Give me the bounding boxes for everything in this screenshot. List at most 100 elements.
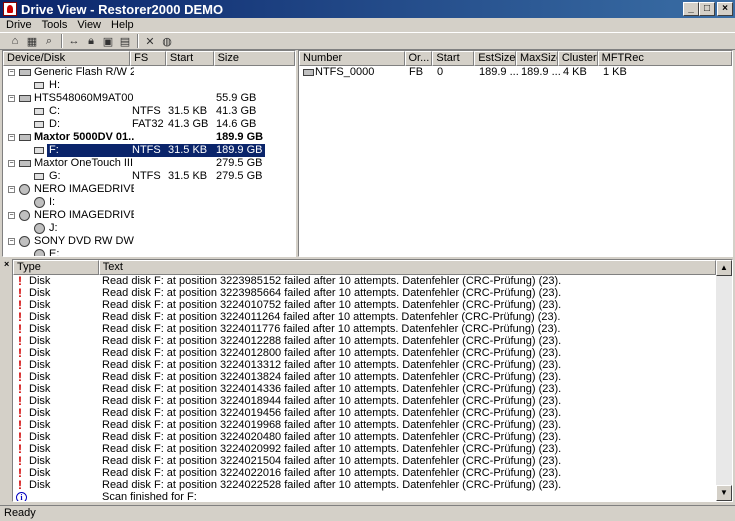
col-text[interactable]: Text (98, 260, 716, 275)
menu-drive[interactable]: Drive (6, 19, 32, 31)
partition-row[interactable]: NTFS_0000 FB 0 189.9 ... 189.9 ... 4 KB … (299, 66, 732, 79)
expand-toggle-icon[interactable]: − (8, 95, 15, 102)
col-start[interactable]: Start (165, 51, 214, 66)
tree-row[interactable]: C: NTFS 31.5 KB 41.3 GB (3, 105, 295, 118)
lock-icon[interactable]: 🔒︎ (83, 34, 99, 48)
col-maxsize[interactable]: MaxSize (516, 51, 558, 66)
log-row[interactable]: ! Disk Read disk F: at position 3223985664… (13, 287, 732, 299)
tree-fs: NTFS (132, 144, 161, 156)
log-text: Read disk F: at position 3224010752 fail… (102, 299, 562, 311)
tree-row[interactable]: J: (3, 222, 295, 235)
expand-toggle-icon[interactable]: − (8, 186, 15, 193)
log-row[interactable]: ! Disk Read disk F: at position 3224012800… (13, 347, 732, 359)
col-device[interactable]: Device/Disk (3, 51, 131, 66)
tree-row[interactable]: − Maxtor OneTouch III ... 279.5 GB (3, 157, 295, 170)
find-icon[interactable]: ⌕ (41, 34, 57, 48)
col-estsize[interactable]: EstSize (474, 51, 517, 66)
toolbar-separator (137, 34, 139, 48)
partition-list-pane: Number Or... Start EstSize MaxSize Clust… (298, 50, 733, 257)
col-cluster[interactable]: Cluster (557, 51, 598, 66)
log-text: Read disk F: at position 3224022016 fail… (102, 467, 562, 479)
tree-volume-label: J: (49, 222, 58, 234)
partition-icon (303, 69, 314, 76)
log-row[interactable]: ! Disk Read disk F: at position 3224013824… (13, 371, 732, 383)
cd-volume-icon (34, 197, 45, 208)
tree-row[interactable]: − NERO IMAGEDRIVE2 ... (3, 209, 295, 222)
menu-help[interactable]: Help (111, 19, 134, 31)
col-or[interactable]: Or... (404, 51, 433, 66)
tree-row[interactable]: F: NTFS 31.5 KB 189.9 GB (3, 144, 295, 157)
col-number[interactable]: Number (299, 51, 405, 66)
close-log-icon[interactable]: × (4, 259, 9, 269)
volume-icon (34, 82, 44, 89)
tree-size: 189.9 GB (216, 131, 264, 143)
log-row[interactable]: ! Disk Read disk F: at position 3224022016… (13, 467, 732, 479)
log-row[interactable]: ! Disk Read disk F: at position 3224021504… (13, 455, 732, 467)
log-scrollbar[interactable]: ▲ ▼ (716, 260, 732, 501)
col-type[interactable]: Type (13, 260, 99, 275)
open-drive-icon[interactable]: ⌂ (7, 34, 23, 48)
compare-icon[interactable]: ↔ (66, 34, 82, 48)
expand-toggle-icon[interactable]: − (8, 238, 15, 245)
log-row[interactable]: ! Disk Read disk F: at position 3224010752… (13, 299, 732, 311)
log-text: Read disk F: at position 3224022528 fail… (102, 479, 562, 491)
log-row[interactable]: ! Disk Read disk F: at position 3224019968… (13, 419, 732, 431)
log-row[interactable]: i Scan finished for F: (13, 491, 732, 501)
error-icon: ! (18, 478, 22, 492)
tree-row[interactable]: − NERO IMAGEDRIVE2 ... (3, 183, 295, 196)
log-row[interactable]: ! Disk Read disk F: at position 3224013312… (13, 359, 732, 371)
col-size[interactable]: Size (213, 51, 295, 66)
log-type: Disk (29, 359, 51, 371)
tree-row[interactable]: − SONY DVD RW DW-U... (3, 235, 295, 248)
tree-volume-label: H: (49, 79, 60, 91)
minimize-button[interactable]: _ (683, 2, 699, 16)
log-row[interactable]: ! Disk Read disk F: at position 3224022528… (13, 479, 732, 491)
log-row[interactable]: ! Disk Read disk F: at position 3224011776… (13, 323, 732, 335)
col-fs[interactable]: FS (130, 51, 166, 66)
partition-or: FB (409, 66, 424, 78)
expand-toggle-icon[interactable]: − (8, 160, 15, 167)
log-type: Disk (29, 467, 51, 479)
scroll-up-button[interactable]: ▲ (716, 260, 732, 276)
menu-tools[interactable]: Tools (42, 19, 68, 31)
col-mftrec[interactable]: MFTRec (597, 51, 732, 66)
partition-cluster: 4 KB (563, 66, 587, 78)
partition-maxsize: 189.9 ... (521, 66, 561, 78)
log-row[interactable]: ! Disk Read disk F: at position 3224020480… (13, 431, 732, 443)
partition-mftrec: 1 KB (603, 66, 627, 78)
menu-view[interactable]: View (77, 19, 101, 31)
tree-row[interactable]: − HTS548060M9AT00M... 55.9 GB (3, 92, 295, 105)
scan-icon[interactable]: ▦ (24, 34, 40, 48)
log-text: Read disk F: at position 3224013312 fail… (102, 359, 562, 371)
menu-bar: Drive Tools View Help (0, 18, 735, 32)
tree-device-label: NERO IMAGEDRIVE2 ... (34, 209, 134, 221)
expand-toggle-icon[interactable]: − (8, 134, 15, 141)
tree-row[interactable]: − Maxtor 5000DV 01... 189.9 GB (3, 131, 295, 144)
tree-row[interactable]: E: (3, 248, 295, 256)
log-row[interactable]: ! Disk Read disk F: at position 3223985152… (13, 275, 732, 287)
tree-row[interactable]: I: (3, 196, 295, 209)
log-row[interactable]: ! Disk Read disk F: at position 3224020992… (13, 443, 732, 455)
log-row[interactable]: ! Disk Read disk F: at position 3224018944… (13, 395, 732, 407)
expand-toggle-icon[interactable]: − (8, 69, 15, 76)
log-type: Disk (29, 335, 51, 347)
col-start[interactable]: Start (432, 51, 475, 66)
close-button[interactable]: × (717, 2, 733, 16)
maximize-button[interactable]: □ (699, 2, 715, 16)
delete-icon[interactable]: ✕ (142, 34, 158, 48)
tree-row[interactable]: H: (3, 79, 295, 92)
recover-icon[interactable]: ▣ (100, 34, 116, 48)
tree-row[interactable]: − Generic Flash R/W 20... (3, 66, 295, 79)
expand-toggle-icon[interactable]: − (8, 212, 15, 219)
tree-row[interactable]: D: FAT32 41.3 GB 14.6 GB (3, 118, 295, 131)
tree-row[interactable]: G: NTFS 31.5 KB 279.5 GB (3, 170, 295, 183)
cd-drive-icon (19, 210, 30, 221)
connect-icon[interactable]: ◍ (159, 34, 175, 48)
save-icon[interactable]: ▤ (117, 34, 133, 48)
log-type: Disk (29, 383, 51, 395)
log-row[interactable]: ! Disk Read disk F: at position 3224019456… (13, 407, 732, 419)
log-row[interactable]: ! Disk Read disk F: at position 3224014336… (13, 383, 732, 395)
scroll-down-button[interactable]: ▼ (716, 485, 732, 501)
log-row[interactable]: ! Disk Read disk F: at position 3224011264… (13, 311, 732, 323)
log-row[interactable]: ! Disk Read disk F: at position 3224012288… (13, 335, 732, 347)
